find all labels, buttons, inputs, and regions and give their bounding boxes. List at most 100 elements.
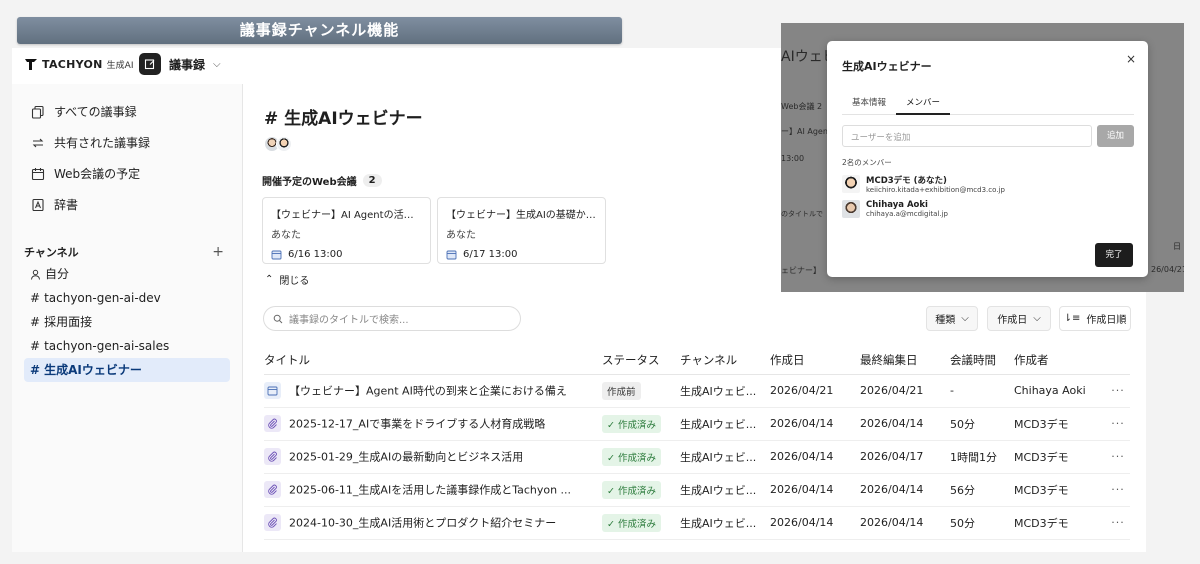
row-title: 【ウェビナー】Agent AI時代の到来と企業における備え [289, 384, 567, 398]
bg-text-count: 2 [817, 102, 823, 111]
channel-item[interactable]: # tachyon-gen-ai-sales [24, 334, 230, 358]
sort-button[interactable]: ⇂≡ 作成日順 [1059, 306, 1131, 331]
nav-web-meetings[interactable]: Web会議の予定 [12, 158, 242, 189]
channel-label: 生成AIウェビナー [44, 363, 142, 377]
logo-brand: TACHYON [42, 57, 103, 71]
page-title-text: 生成AIウェビナー [284, 109, 423, 129]
check-icon: ✓ [607, 452, 618, 464]
status-text: 作成済み [617, 452, 656, 464]
status-text: 作成済み [617, 518, 656, 530]
status-badge: ✓ 作成済み [602, 513, 661, 532]
channel-item-self[interactable]: 自分 [24, 262, 230, 286]
column-header[interactable]: 会議時間 [950, 346, 1014, 375]
status-text: 作成済み [617, 485, 656, 497]
row-channel: 生成AIウェビ... [680, 374, 770, 408]
channel-item[interactable]: # tachyon-gen-ai-dev [24, 286, 230, 310]
type-filter-button[interactable]: 種類 ⌵ [926, 306, 978, 331]
hash-icon: # [30, 339, 41, 353]
check-icon: ✓ [607, 419, 618, 431]
dialog-tabs: 基本情報 メンバー [842, 93, 1134, 115]
bg-text: Web会議 2 [781, 101, 822, 112]
tachyon-logo-icon [25, 59, 37, 70]
person-icon [31, 269, 40, 280]
nav-shared-minutes[interactable]: 共有された議事録 [12, 127, 242, 158]
close-icon[interactable]: × [1126, 52, 1136, 66]
avatar [276, 136, 292, 152]
member-email: chihaya.a@mcdigital.jp [866, 210, 948, 218]
search-input[interactable]: 議事録のタイトルで検索... [263, 306, 521, 331]
channel-item-active[interactable]: # 生成AIウェビナー [24, 358, 230, 382]
bg-text-label: Web会議 [781, 102, 815, 111]
channels-header: チャンネル + [12, 242, 242, 262]
table-row[interactable]: 2025-01-29_生成AIの最新動向とビジネス活用 ✓ 作成済み 生成AIウ… [264, 440, 1130, 474]
row-title: 2024-10-30_生成AI活用術とプロダクト紹介セミナー [289, 516, 557, 530]
row-channel: 生成AIウェビ... [680, 407, 770, 441]
add-user-input[interactable]: ユーザーを追加 [842, 125, 1092, 147]
row-edited: 2026/04/21 [860, 374, 950, 408]
row-created: 2026/04/14 [770, 440, 860, 474]
upcoming-label-text: 開催予定のWeb会議 [262, 177, 357, 188]
column-header[interactable]: タイトル [264, 346, 602, 375]
nav-all-minutes[interactable]: すべての議事録 [12, 96, 242, 127]
meeting-card[interactable]: 【ウェビナー】生成AIの基礎から... あなた 6/17 13:00 [437, 197, 606, 264]
row-duration: 56分 [950, 473, 1014, 507]
nav-label: すべての議事録 [54, 105, 137, 119]
upcoming-meetings-label: 開催予定のWeb会議 2 [262, 173, 382, 188]
column-header[interactable]: 作成者 [1014, 346, 1106, 375]
table-row[interactable]: 2025-12-17_AIで事業をドライブする人材育成戦略 ✓ 作成済み 生成A… [264, 407, 1130, 441]
tab-members[interactable]: メンバー [896, 93, 951, 115]
column-header[interactable]: 最終編集日 [860, 346, 950, 375]
nav-label: 辞書 [54, 198, 79, 212]
row-menu-icon[interactable]: ··· [1106, 473, 1130, 507]
row-channel: 生成AIウェビ... [680, 506, 770, 540]
table-row[interactable]: 2024-10-30_生成AI活用術とプロダクト紹介セミナー ✓ 作成済み 生成… [264, 506, 1130, 540]
logo[interactable]: TACHYON 生成AI [24, 57, 133, 71]
row-menu-icon[interactable]: ··· [1106, 440, 1130, 474]
search-icon [273, 314, 283, 323]
member-avatars[interactable] [264, 136, 292, 152]
row-duration: 1時間1分 [950, 440, 1014, 474]
row-title: 2025-12-17_AIで事業をドライブする人材育成戦略 [289, 417, 546, 431]
hash-icon: # [264, 109, 285, 129]
column-header[interactable]: ステータス [602, 346, 680, 375]
meeting-card-date: 6/17 13:00 [446, 249, 597, 260]
row-author: MCD3デモ [1014, 440, 1106, 474]
add-channel-icon[interactable]: + [212, 244, 224, 260]
tab-basic-info[interactable]: 基本情報 [842, 93, 896, 115]
column-header[interactable]: 作成日 [770, 346, 860, 375]
add-user-button[interactable]: 追加 [1097, 125, 1134, 147]
channel-item[interactable]: # 採用面接 [24, 310, 230, 334]
channel-label: 自分 [45, 267, 70, 281]
row-menu-icon[interactable]: ··· [1106, 506, 1130, 540]
nav-label: Web会議の予定 [54, 167, 141, 181]
status-badge: ✓ 作成済み [602, 480, 661, 499]
member-dialog: 生成AIウェビナー × 基本情報 メンバー ユーザーを追加 追加 2名のメンバー… [827, 41, 1148, 277]
bg-text: 日 [1173, 242, 1181, 251]
created-filter-button[interactable]: 作成日 ⌵ [987, 306, 1051, 331]
channel-label: 採用面接 [44, 315, 93, 329]
paperclip-icon [264, 481, 281, 498]
row-menu-icon[interactable]: ··· [1106, 407, 1130, 441]
check-icon: ✓ [607, 485, 618, 497]
nav-dictionary[interactable]: 辞書 [12, 189, 242, 220]
member-modal-screenshot: AIウェビ Web会議 2 ー】AI Agen 13:00 のタイトルで 日 ェ… [781, 23, 1184, 292]
table-row[interactable]: 2025-06-11_生成AIを活用した議事録作成とTachyon ... ✓ … [264, 473, 1130, 507]
chevron-down-icon: ⌵ [213, 58, 221, 70]
member-count: 2名のメンバー [842, 158, 892, 167]
meeting-card[interactable]: 【ウェビナー】AI Agentの活用... あなた 6/16 13:00 [262, 197, 431, 264]
collapse-label: 閉じる [279, 276, 310, 287]
upcoming-count-badge: 2 [362, 174, 382, 187]
column-header[interactable]: チャンネル [680, 346, 770, 375]
bg-text: 13:00 [781, 154, 805, 163]
calendar-icon [271, 250, 282, 260]
done-button[interactable]: 完了 [1095, 243, 1133, 267]
collapse-toggle[interactable]: ⌃ 閉じる [265, 272, 309, 287]
channel-label: tachyon-gen-ai-sales [44, 339, 170, 353]
member-item: MCD3デモ (あなた) keiichiro.kitada+exhibition… [842, 174, 1005, 194]
table-row[interactable]: 【ウェビナー】Agent AI時代の到来と企業における備え 作成前 生成AIウェ… [264, 374, 1130, 408]
bg-text: のタイトルで [781, 210, 823, 218]
paperclip-icon [264, 415, 281, 432]
app-switcher[interactable]: 議事録 ⌵ [139, 53, 221, 75]
share-loop-icon [32, 138, 44, 147]
row-menu-icon[interactable]: ··· [1106, 374, 1130, 408]
